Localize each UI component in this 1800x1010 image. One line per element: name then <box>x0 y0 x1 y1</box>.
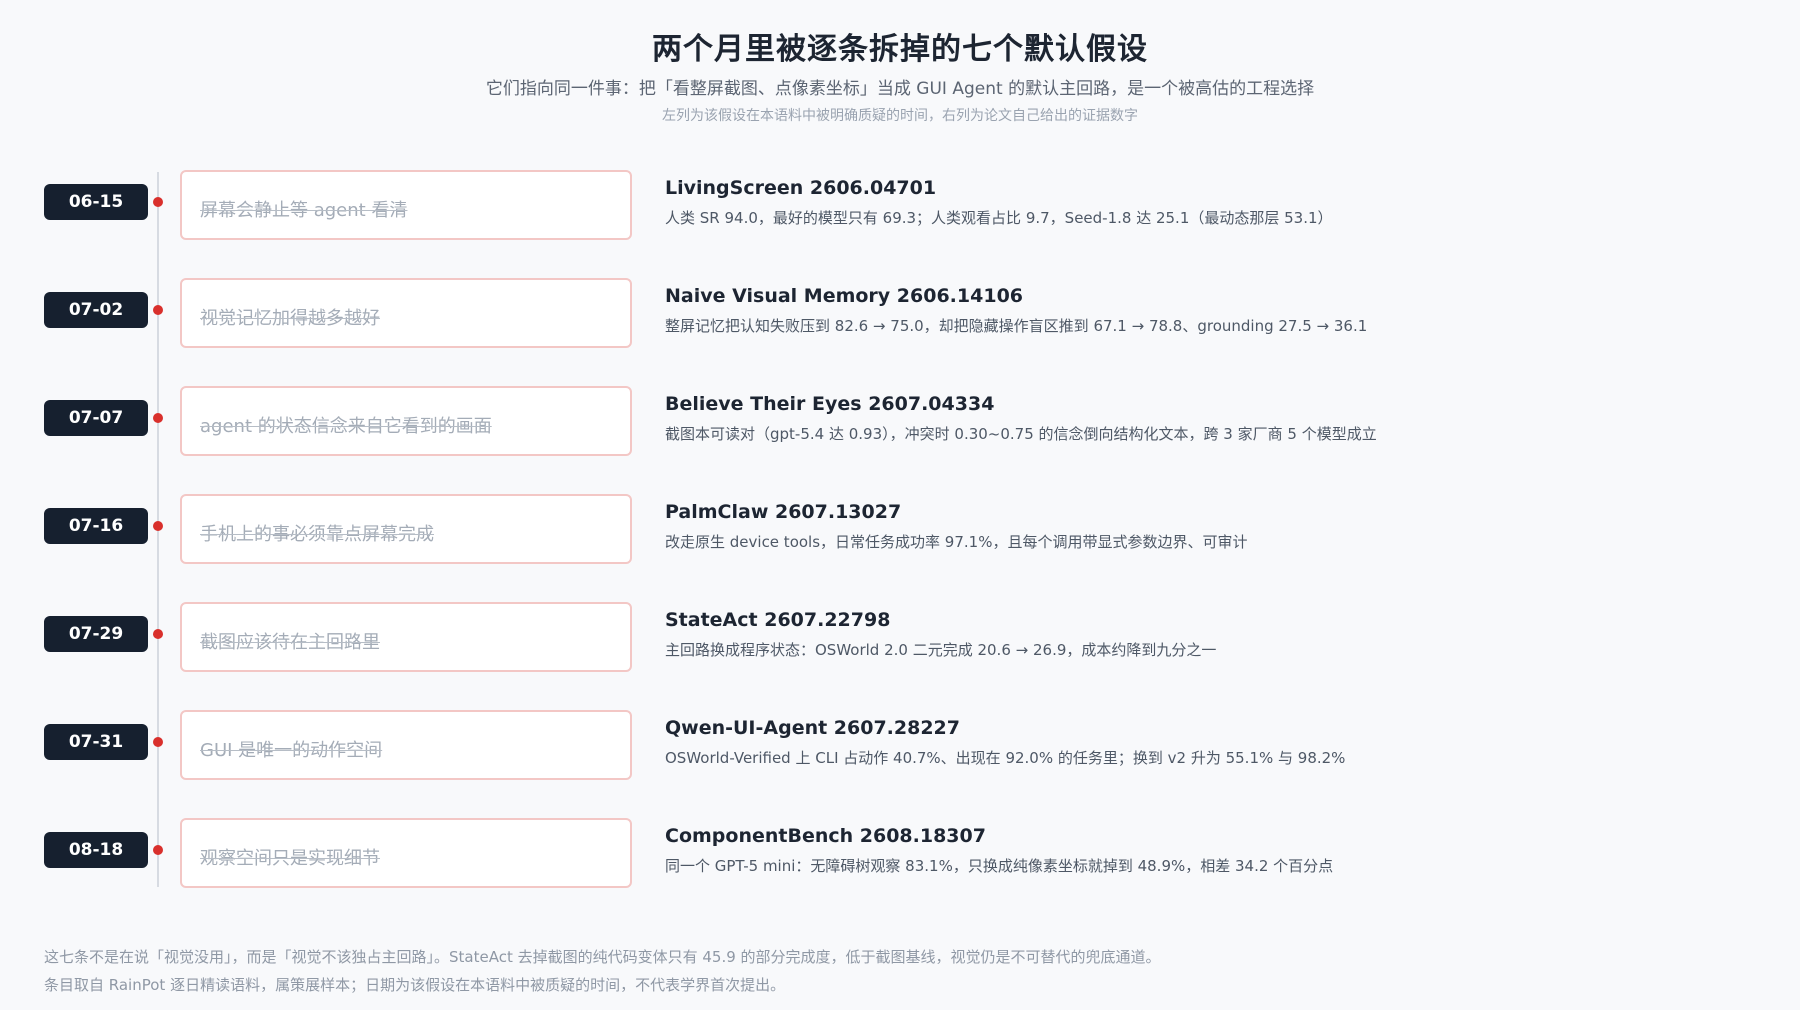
evidence-detail: 整屏记忆把认知失败压到 82.6 → 75.0，却把隐藏操作盲区推到 67.1 … <box>665 317 1368 335</box>
assumption-card: 屏幕会静止等 agent 看清 <box>180 170 632 240</box>
evidence-title: Qwen-UI-Agent 2607.28227 <box>665 717 961 739</box>
assumption-text: 截图应该待在主回路里 <box>200 632 380 653</box>
evidence-detail: 同一个 GPT-5 mini：无障碍树观察 83.1%，只换成纯像素坐标就掉到 … <box>665 857 1334 875</box>
assumption-text: agent 的状态信念来自它看到的画面 <box>200 416 492 437</box>
date-badge: 07-29 <box>44 616 148 652</box>
timeline-row: 07-02 视觉记忆加得越多越好 Naive Visual Memory 260… <box>0 278 1800 358</box>
evidence-detail: OSWorld-Verified 上 CLI 占动作 40.7%、出现在 92.… <box>665 749 1346 767</box>
timeline-dot <box>153 845 163 855</box>
assumption-text: 屏幕会静止等 agent 看清 <box>200 200 408 221</box>
evidence-title: Believe Their Eyes 2607.04334 <box>665 393 995 415</box>
timeline-dot <box>153 305 163 315</box>
timeline-dot <box>153 197 163 207</box>
footer-source-note: 条目取自 RainPot 逐日精读语料，属策展样本；日期为该假设在本语料中被质疑… <box>44 976 786 994</box>
footer-note: 这七条不是在说「视觉没用」，而是「视觉不该独占主回路」。StateAct 去掉截… <box>44 948 1161 966</box>
date-badge: 08-18 <box>44 832 148 868</box>
timeline-dot <box>153 413 163 423</box>
evidence-title: StateAct 2607.22798 <box>665 609 891 631</box>
assumption-card: agent 的状态信念来自它看到的画面 <box>180 386 632 456</box>
evidence-detail: 人类 SR 94.0，最好的模型只有 69.3；人类观看占比 9.7，Seed-… <box>665 209 1333 227</box>
assumption-text: 手机上的事必须靠点屏幕完成 <box>200 524 434 545</box>
evidence-title: PalmClaw 2607.13027 <box>665 501 902 523</box>
evidence-detail: 截图本可读对（gpt-5.4 达 0.93），冲突时 0.30~0.75 的信念… <box>665 425 1377 443</box>
evidence-title: Naive Visual Memory 2606.14106 <box>665 285 1024 307</box>
timeline-dot <box>153 521 163 531</box>
evidence-detail: 主回路换成程序状态：OSWorld 2.0 二元完成 20.6 → 26.9，成… <box>665 641 1217 659</box>
assumption-card: GUI 是唯一的动作空间 <box>180 710 632 780</box>
assumption-card: 手机上的事必须靠点屏幕完成 <box>180 494 632 564</box>
assumption-text: 观察空间只是实现细节 <box>200 848 380 869</box>
evidence-title: LivingScreen 2606.04701 <box>665 177 937 199</box>
timeline-row: 07-31 GUI 是唯一的动作空间 Qwen-UI-Agent 2607.28… <box>0 710 1800 790</box>
date-badge: 07-16 <box>44 508 148 544</box>
assumption-card: 截图应该待在主回路里 <box>180 602 632 672</box>
timeline-row: 08-18 观察空间只是实现细节 ComponentBench 2608.183… <box>0 818 1800 898</box>
date-badge: 07-02 <box>44 292 148 328</box>
assumption-text: GUI 是唯一的动作空间 <box>200 740 383 761</box>
assumption-card: 观察空间只是实现细节 <box>180 818 632 888</box>
timeline-dot <box>153 629 163 639</box>
timeline-row: 07-29 截图应该待在主回路里 StateAct 2607.22798 主回路… <box>0 602 1800 682</box>
assumption-card: 视觉记忆加得越多越好 <box>180 278 632 348</box>
assumption-text: 视觉记忆加得越多越好 <box>200 308 380 329</box>
evidence-title: ComponentBench 2608.18307 <box>665 825 986 847</box>
evidence-detail: 改走原生 device tools，日常任务成功率 97.1%，且每个调用带显式… <box>665 533 1248 551</box>
timeline: 06-15 屏幕会静止等 agent 看清 LivingScreen 2606.… <box>0 0 1800 1010</box>
date-badge: 06-15 <box>44 184 148 220</box>
timeline-row: 06-15 屏幕会静止等 agent 看清 LivingScreen 2606.… <box>0 170 1800 250</box>
timeline-dot <box>153 737 163 747</box>
timeline-row: 07-07 agent 的状态信念来自它看到的画面 Believe Their … <box>0 386 1800 466</box>
date-badge: 07-31 <box>44 724 148 760</box>
date-badge: 07-07 <box>44 400 148 436</box>
timeline-row: 07-16 手机上的事必须靠点屏幕完成 PalmClaw 2607.13027 … <box>0 494 1800 574</box>
